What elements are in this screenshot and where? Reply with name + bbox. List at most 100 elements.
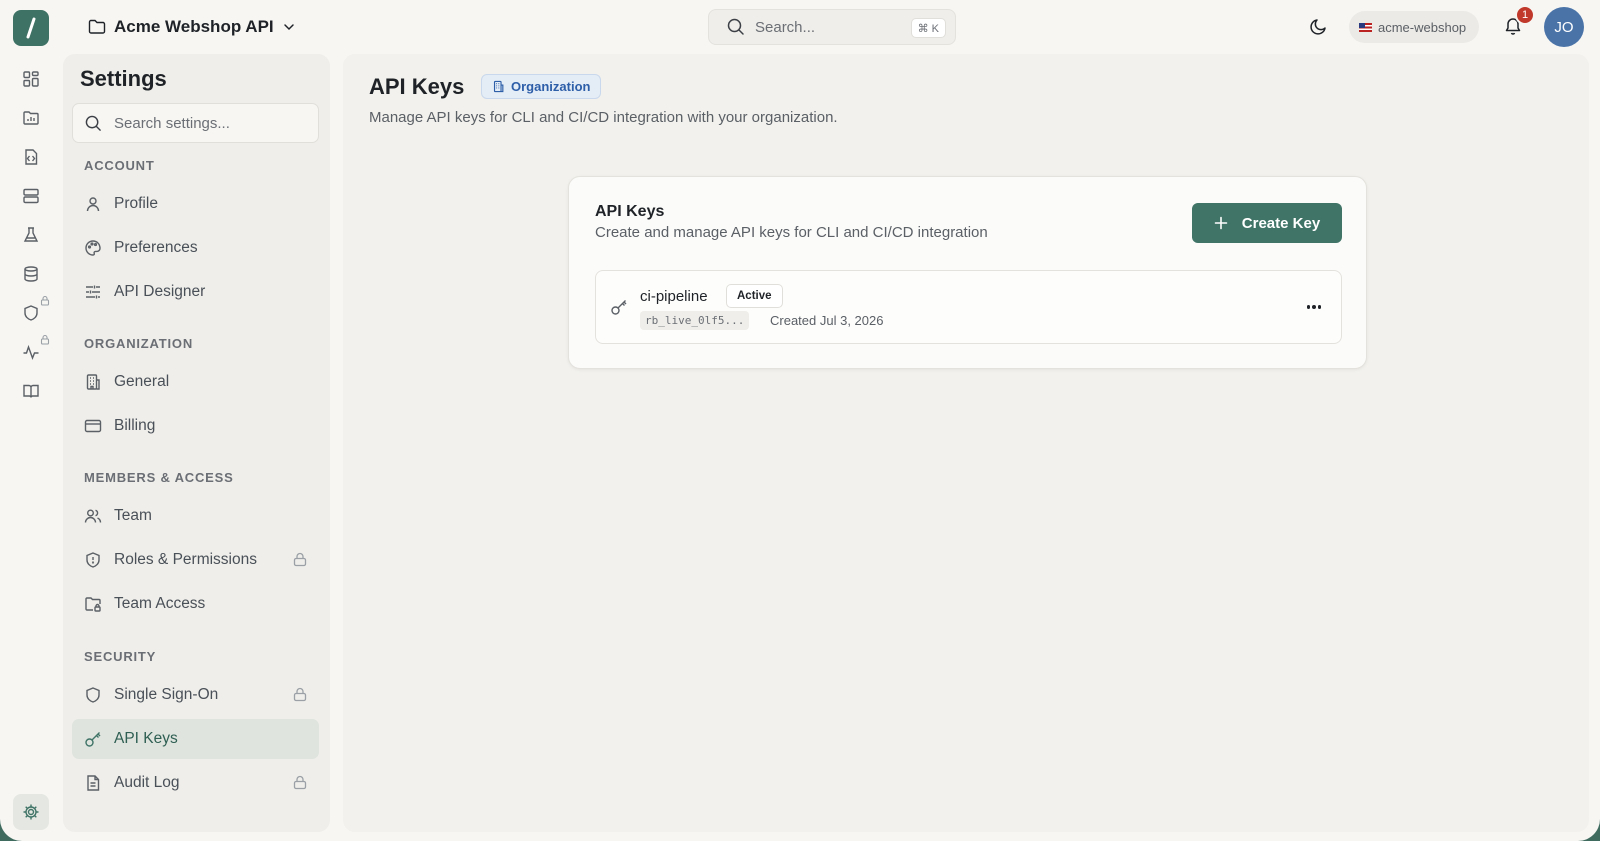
logo-slash-icon <box>26 17 36 39</box>
shield-icon <box>86 552 100 568</box>
rail-tests[interactable] <box>20 224 42 246</box>
settings-item-label: API Keys <box>114 730 178 747</box>
settings-item-team-access[interactable]: Team Access <box>72 584 319 624</box>
flask-icon <box>23 227 39 242</box>
rail-monitoring[interactable] <box>20 341 42 363</box>
card-description: Create and manage API keys for CLI and C… <box>595 224 988 241</box>
lock-icon <box>293 687 307 702</box>
settings-item-label: Profile <box>114 195 158 212</box>
section-members-access: MEMBERS & ACCESS <box>84 470 234 485</box>
api-key-created-date: Created Jul 3, 2026 <box>770 313 884 328</box>
settings-item-general[interactable]: General <box>72 362 319 402</box>
rail-dashboard[interactable] <box>20 68 42 90</box>
settings-item-roles-permissions[interactable]: Roles & Permissions <box>72 540 319 580</box>
settings-item-preferences[interactable]: Preferences <box>72 228 319 268</box>
settings-item-single-sign-on[interactable]: Single Sign-On <box>72 675 319 715</box>
settings-item-label: General <box>114 373 170 390</box>
book-icon <box>23 384 39 398</box>
flag-icon <box>1359 22 1372 32</box>
api-keys-card: API Keys Create and manage API keys for … <box>568 176 1367 369</box>
dot-icon <box>1306 305 1311 309</box>
search-placeholder: Search... <box>755 18 816 36</box>
building-icon <box>493 80 504 93</box>
page-description: Manage API keys for CLI and CI/CD integr… <box>369 109 838 126</box>
theme-toggle[interactable] <box>1310 17 1328 35</box>
settings-item-label: Audit Log <box>114 774 180 791</box>
activity-icon <box>23 344 39 360</box>
rail-code[interactable] <box>20 146 42 168</box>
main-content: API Keys Organization Manage API keys fo… <box>343 54 1589 832</box>
search-shortcut: ⌘ K <box>910 18 946 38</box>
search-icon <box>85 115 101 131</box>
project-name: Acme Webshop API <box>114 17 274 36</box>
gear-icon <box>23 804 39 820</box>
moon-icon <box>1310 19 1326 35</box>
create-key-label: Create Key <box>1241 214 1321 232</box>
settings-item-label: Team <box>114 507 152 524</box>
section-account: ACCOUNT <box>84 158 155 173</box>
lock-icon <box>293 775 307 790</box>
rail-reports[interactable] <box>20 107 42 129</box>
project-switcher[interactable]: Acme Webshop API <box>88 14 296 40</box>
settings-item-audit-log[interactable]: Audit Log <box>72 763 319 803</box>
rail-docs[interactable] <box>20 380 42 402</box>
key-icon <box>85 732 101 747</box>
chevron-down-icon <box>283 24 294 31</box>
api-key-prefix: rb_live_0lf5... <box>640 311 750 330</box>
status-badge: Active <box>726 284 783 308</box>
shield-icon <box>86 687 100 703</box>
settings-item-label: Roles & Permissions <box>114 551 257 568</box>
key-icon <box>611 300 627 315</box>
credit-card-icon <box>84 419 102 433</box>
sliders-icon <box>86 285 100 299</box>
settings-item-api-designer[interactable]: API Designer <box>72 272 319 312</box>
dot-icon <box>1317 305 1322 309</box>
settings-title: Settings <box>80 66 167 91</box>
org-switcher[interactable]: acme-webshop <box>1349 11 1480 43</box>
section-security: SECURITY <box>84 649 157 664</box>
settings-sidebar: Settings Search settings... ACCOUNT Prof… <box>63 54 330 832</box>
top-bar: Acme Webshop API Search... ⌘ K acme-webs… <box>0 0 1600 54</box>
user-avatar[interactable]: JO <box>1544 7 1584 47</box>
lock-icon <box>293 552 307 567</box>
dot-icon <box>1312 305 1316 309</box>
rail-settings[interactable] <box>13 794 49 830</box>
settings-item-label: Team Access <box>114 595 206 612</box>
user-icon <box>86 197 100 212</box>
settings-item-label: API Designer <box>114 283 206 300</box>
folder-chart-icon <box>23 111 39 125</box>
icon-rail <box>0 54 62 841</box>
settings-search-input[interactable]: Search settings... <box>72 103 319 143</box>
rail-servers[interactable] <box>20 185 42 207</box>
lock-icon <box>40 295 50 306</box>
settings-item-api-keys[interactable]: API Keys <box>72 719 319 759</box>
settings-item-profile[interactable]: Profile <box>72 184 319 224</box>
global-search[interactable]: Search... ⌘ K <box>708 9 956 45</box>
settings-item-label: Preferences <box>114 239 198 256</box>
scope-badge: Organization <box>481 74 602 99</box>
notification-count-badge: 1 <box>1515 5 1535 25</box>
more-options-button[interactable] <box>1303 297 1325 317</box>
card-title: API Keys <box>595 203 665 220</box>
settings-item-billing[interactable]: Billing <box>72 406 319 446</box>
server-icon <box>23 188 39 204</box>
org-name: acme-webshop <box>1378 19 1467 35</box>
folder-icon <box>88 19 106 34</box>
rail-database[interactable] <box>20 263 42 285</box>
section-organization: ORGANIZATION <box>84 336 194 351</box>
plus-icon <box>1214 216 1228 230</box>
app-window: Acme Webshop API Search... ⌘ K acme-webs… <box>0 0 1600 841</box>
create-key-button[interactable]: Create Key <box>1192 203 1342 243</box>
rail-security[interactable] <box>20 302 42 324</box>
building-icon <box>86 374 100 390</box>
shield-icon <box>24 305 38 321</box>
scope-badge-label: Organization <box>511 79 591 94</box>
app-logo[interactable] <box>13 10 49 46</box>
search-icon <box>727 18 744 35</box>
users-icon <box>84 509 102 523</box>
lock-icon <box>40 334 50 345</box>
settings-search-placeholder: Search settings... <box>114 114 230 132</box>
settings-item-team[interactable]: Team <box>72 496 319 536</box>
page-title: API Keys <box>369 74 465 99</box>
palette-icon <box>85 240 101 256</box>
